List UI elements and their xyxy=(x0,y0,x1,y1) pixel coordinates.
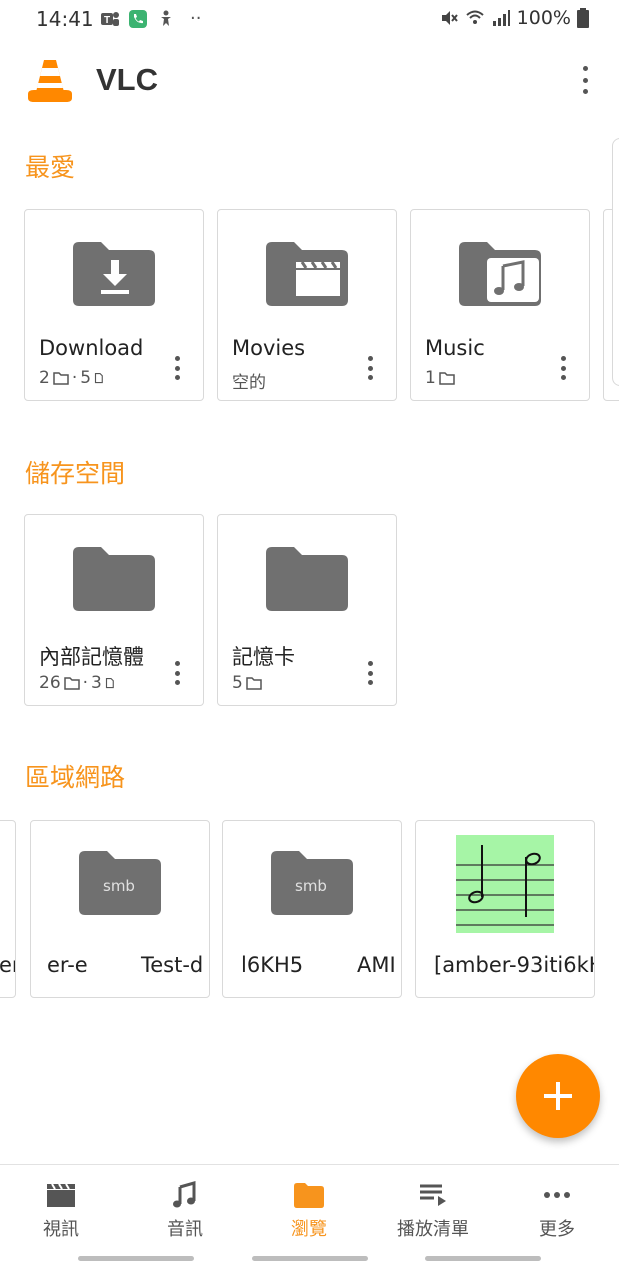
card-meta: 空的 xyxy=(232,373,266,393)
phone-app-icon xyxy=(129,9,147,28)
folder-count-icon xyxy=(53,372,69,385)
app-bar: VLC xyxy=(0,50,619,112)
battery-percent: 100% xyxy=(516,7,571,29)
card-meta: 1 xyxy=(425,368,455,388)
card-name: 記憶卡 xyxy=(232,645,295,669)
gesture-bar-recents[interactable] xyxy=(425,1256,541,1261)
battery-icon xyxy=(577,8,589,28)
favorites-section-title: 最愛 xyxy=(25,153,76,182)
card-name: Download xyxy=(39,336,144,360)
folder-count-icon xyxy=(63,677,80,690)
status-bar: 14:41 T ·· 100% xyxy=(0,0,619,38)
music-folder-icon xyxy=(459,242,541,306)
edge-panel-handle[interactable] xyxy=(612,138,619,386)
status-time: 14:41 xyxy=(36,7,94,31)
card-name: Movies xyxy=(232,336,306,360)
network-section-title: 區域網路 xyxy=(25,763,126,792)
nav-playlists[interactable]: 播放清單 xyxy=(378,1181,488,1241)
network-name: l6KH5 xyxy=(241,953,304,977)
card-menu-button[interactable] xyxy=(557,356,569,380)
favorite-card-music[interactable]: Music 1 xyxy=(410,209,590,401)
notification-icons: T ·· xyxy=(100,8,201,29)
card-meta: 5 xyxy=(232,673,262,693)
card-name: Music xyxy=(425,336,485,360)
card-menu-button[interactable] xyxy=(364,661,376,685)
add-button[interactable] xyxy=(516,1054,600,1138)
nav-browse[interactable]: 瀏覽 xyxy=(254,1181,364,1241)
more-notifications: ·· xyxy=(190,8,202,29)
folder-count-icon xyxy=(246,677,262,690)
smb-label: smb xyxy=(103,877,135,895)
nav-more[interactable]: 更多 xyxy=(502,1181,612,1241)
card-meta: 26 · 3 xyxy=(39,673,117,693)
playlist-icon xyxy=(420,1184,446,1206)
folder-icon xyxy=(73,547,155,611)
network-name: er-e xyxy=(47,953,88,977)
favorite-card-movies[interactable]: Movies 空的 xyxy=(217,209,397,401)
network-card-smb[interactable]: smb er-e Test-d xyxy=(30,820,210,998)
card-meta: 2 · 5 xyxy=(39,368,106,388)
movie-folder-icon xyxy=(266,242,348,306)
storage-card-internal[interactable]: 內部記憶體 26 · 3 xyxy=(24,514,204,706)
gesture-bar-home[interactable] xyxy=(252,1256,368,1261)
card-menu-button[interactable] xyxy=(171,356,183,380)
folder-count-icon xyxy=(439,372,455,385)
gesture-bar-back[interactable] xyxy=(78,1256,194,1261)
svg-text:T: T xyxy=(104,15,110,26)
app-title: VLC xyxy=(96,62,158,97)
card-menu-button[interactable] xyxy=(171,661,183,685)
teams-icon: T xyxy=(101,11,119,26)
wifi-icon xyxy=(466,10,484,24)
download-folder-icon xyxy=(73,242,155,306)
music-note-icon xyxy=(173,1181,196,1208)
card-menu-button[interactable] xyxy=(364,356,376,380)
folder-icon xyxy=(266,547,348,611)
mute-icon xyxy=(441,11,458,25)
network-card-partial[interactable]: er xyxy=(0,820,16,998)
music-sheet-icon xyxy=(456,835,554,933)
overflow-menu-button[interactable] xyxy=(573,64,597,96)
more-horizontal-icon xyxy=(544,1192,570,1198)
smb-label: smb xyxy=(295,877,327,895)
storage-section-title: 儲存空間 xyxy=(25,459,126,488)
video-icon xyxy=(47,1183,75,1207)
folder-icon xyxy=(294,1183,324,1208)
network-card-media[interactable]: [amber-93iti6kH xyxy=(415,820,595,998)
nav-video[interactable]: 視訊 xyxy=(6,1181,116,1241)
vlc-logo-icon xyxy=(28,60,72,102)
network-card-smb[interactable]: smb l6KH5 AMI xyxy=(222,820,402,998)
network-name-scroll: Test-d xyxy=(141,953,204,977)
nav-audio[interactable]: 音訊 xyxy=(130,1181,240,1241)
network-name-scroll: AMI xyxy=(357,953,396,977)
file-count-icon xyxy=(95,372,103,384)
storage-card-sdcard[interactable]: 記憶卡 5 xyxy=(217,514,397,706)
accessibility-icon xyxy=(161,10,171,26)
system-status: 100% xyxy=(439,7,589,29)
favorite-card-download[interactable]: Download 2 · 5 xyxy=(24,209,204,401)
signal-icon xyxy=(492,10,510,26)
card-name: 內部記憶體 xyxy=(39,645,144,669)
file-count-icon xyxy=(105,677,114,689)
network-name: [amber-93iti6kH xyxy=(434,953,595,977)
plus-icon xyxy=(544,1082,572,1110)
